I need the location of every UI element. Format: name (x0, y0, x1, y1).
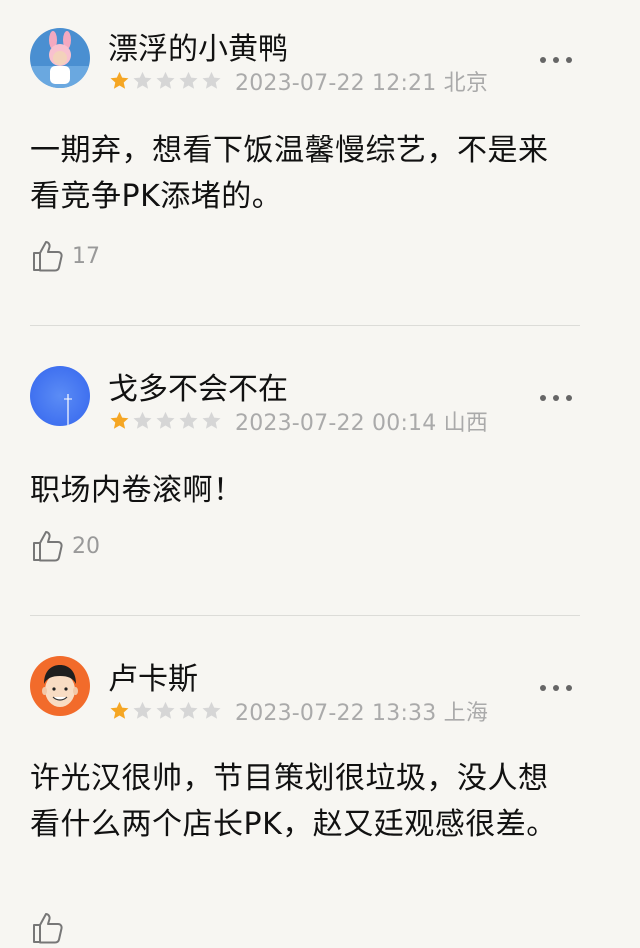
like-button[interactable] (30, 908, 72, 948)
star-empty-icon (179, 71, 198, 89)
star-empty-icon (133, 71, 152, 89)
divider (30, 325, 580, 326)
star-empty-icon (156, 71, 175, 89)
like-count: 20 (72, 533, 100, 559)
star-filled-icon (110, 701, 129, 719)
star-empty-icon (156, 701, 175, 719)
star-empty-icon (202, 701, 221, 719)
review-meta: 2023-07-22 00:14 山西 (108, 408, 489, 436)
user-avatar[interactable] (30, 366, 90, 426)
star-rating (108, 410, 223, 432)
star-empty-icon (179, 411, 198, 429)
star-empty-icon (133, 701, 152, 719)
thumbs-up-icon (33, 241, 63, 272)
thumbs-up-icon (33, 531, 63, 562)
star-filled-icon (110, 411, 129, 429)
review-meta: 2023-07-22 13:33 上海 (108, 698, 489, 726)
user-avatar[interactable] (30, 28, 90, 88)
star-empty-icon (179, 701, 198, 719)
username[interactable]: 卢卡斯 (108, 662, 198, 698)
more-options-icon[interactable] (540, 388, 572, 408)
star-empty-icon (133, 411, 152, 429)
like-button[interactable]: 20 (30, 526, 100, 566)
like-button[interactable]: 17 (30, 236, 100, 276)
review-meta: 2023-07-22 12:21 北京 (108, 68, 489, 96)
more-options-icon[interactable] (540, 50, 572, 70)
star-rating (108, 700, 223, 722)
username[interactable]: 戈多不会不在 (108, 372, 288, 408)
star-empty-icon (156, 411, 175, 429)
review-date-location: 2023-07-22 12:21 北京 (235, 71, 489, 96)
divider (30, 615, 580, 616)
star-empty-icon (202, 71, 221, 89)
thumbs-up-icon (33, 913, 63, 944)
star-rating (108, 70, 223, 92)
star-empty-icon (202, 411, 221, 429)
review-content: 许光汉很帅，节目策划很垃圾，没人想看什么两个店长PK，赵又廷观感很差。 (30, 761, 557, 842)
star-filled-icon (110, 71, 129, 89)
review-content: 一期弃，想看下饭温馨慢综艺，不是来看竞争PK添堵的。 (30, 133, 549, 214)
review-date-location: 2023-07-22 00:14 山西 (235, 411, 489, 436)
review-date-location: 2023-07-22 13:33 上海 (235, 701, 489, 726)
review-content: 职场内卷滚啊！ (30, 473, 244, 508)
user-avatar[interactable] (30, 656, 90, 716)
username[interactable]: 漂浮的小黄鸭 (108, 32, 288, 68)
more-options-icon[interactable] (540, 678, 572, 698)
like-count: 17 (72, 243, 100, 269)
